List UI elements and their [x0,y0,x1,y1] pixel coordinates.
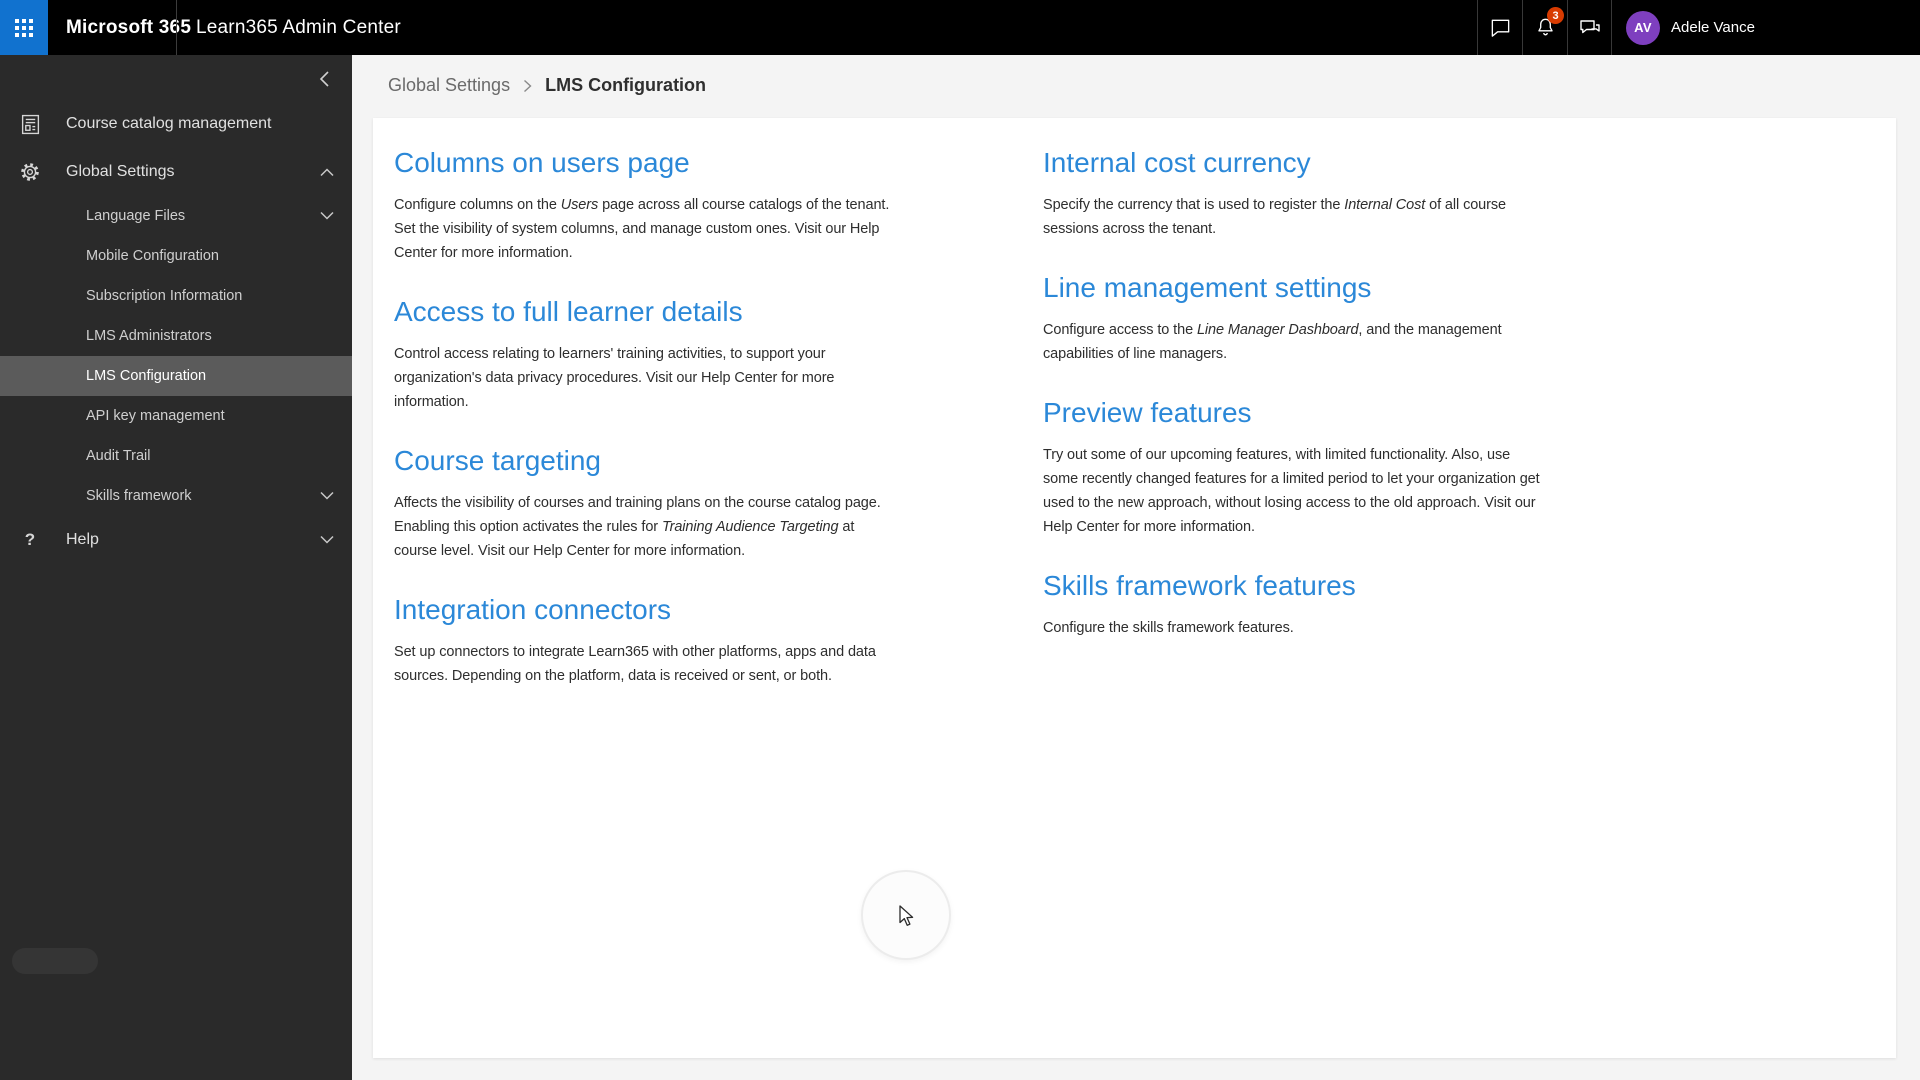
sidebar-item-label: Course catalog management [66,115,272,132]
sidebar-item-label: Language Files [86,208,186,224]
sidebar-item-label: LMS Administrators [86,328,212,344]
sidebar-item-skills-framework[interactable]: Skills framework [0,476,352,516]
section-description: Set up connectors to integrate Learn365 … [394,644,876,684]
avatar[interactable]: AV [1626,10,1660,45]
gear-icon [17,161,43,183]
topbar-divider [176,0,177,55]
settings-column-right: Internal cost currency Specify the curre… [1043,143,1545,715]
notifications-button[interactable]: 3 [1522,0,1567,55]
sidebar-item-label: Help [66,531,99,548]
sidebar: Course catalog management Global Setting… [0,55,352,1080]
sidebar-item-help[interactable]: ? Help [0,516,352,564]
chevron-up-icon [320,168,334,177]
chat-icon [1489,16,1512,39]
app-title: Learn365 Admin Center [196,16,401,38]
sidebar-item-label: Skills framework [86,488,192,504]
section-title-access-to-full-learner-details[interactable]: Access to full learner details [394,292,896,332]
section-title-preview-features[interactable]: Preview features [1043,393,1545,433]
chevron-down-icon [320,535,334,545]
feedback-button[interactable] [1567,0,1612,55]
sidebar-item-label: Mobile Configuration [86,248,219,264]
section-description: Configure columns on the Users page acro… [394,197,890,261]
section-description: Affects the visibility of courses and tr… [394,495,881,559]
catalog-icon [17,114,43,135]
main-content: Global Settings LMS Configuration Column… [352,55,1920,1080]
account-button[interactable]: AV Adele Vance [1626,0,1755,55]
section-title-integration-connectors[interactable]: Integration connectors [394,590,896,630]
notification-badge: 3 [1547,7,1564,24]
sidebar-item-subscription-information[interactable]: Subscription Information [0,276,352,316]
ghost-pill [12,948,98,974]
chevron-left-icon [319,71,329,87]
section-title-columns-on-users-page[interactable]: Columns on users page [394,143,896,183]
topbar-right: 3 AV Adele Vance [1477,0,1755,55]
sidebar-item-global-settings[interactable]: Global Settings [0,148,352,196]
sidebar-item-lms-administrators[interactable]: LMS Administrators [0,316,352,356]
breadcrumb-current: LMS Configuration [545,75,707,95]
section-description: Try out some of our upcoming features, w… [1043,447,1540,535]
sidebar-item-audit-trail[interactable]: Audit Trail [0,436,352,476]
sidebar-item-lms-configuration[interactable]: LMS Configuration [0,356,352,396]
section-title-line-management-settings[interactable]: Line management settings [1043,268,1545,308]
section-title-skills-framework-features[interactable]: Skills framework features [1043,566,1545,606]
breadcrumb: Global Settings LMS Configuration [388,75,706,96]
user-name: Adele Vance [1671,19,1755,36]
sidebar-item-api-key-management[interactable]: API key management [0,396,352,436]
settings-card: Columns on users page Configure columns … [373,118,1896,1058]
section-description: Specify the currency that is used to reg… [1043,197,1506,237]
sidebar-item-label: LMS Configuration [86,368,207,384]
topbar: Microsoft 365 Learn365 Admin Center 3 AV… [0,0,1920,55]
sidebar-item-label: Audit Trail [86,448,151,464]
chevron-down-icon [320,491,334,501]
brand-title: Microsoft 365 [66,16,192,38]
section-title-course-targeting[interactable]: Course targeting [394,441,896,481]
sidebar-item-mobile-configuration[interactable]: Mobile Configuration [0,236,352,276]
cursor-click-indicator [861,870,951,960]
section-description: Configure the skills framework features. [1043,620,1294,636]
chevron-right-icon [523,79,532,93]
chat-button[interactable] [1477,0,1522,55]
chevron-down-icon [320,211,334,221]
settings-column-left: Columns on users page Configure columns … [394,143,896,715]
section-description: Configure access to the Line Manager Das… [1043,322,1502,362]
app-launcher-button[interactable] [0,0,48,55]
sidebar-item-label: API key management [86,408,225,424]
sidebar-nav: Course catalog management Global Setting… [0,100,352,564]
breadcrumb-parent-link[interactable]: Global Settings [388,75,510,96]
sidebar-item-label: Subscription Information [86,288,243,304]
sidebar-item-language-files[interactable]: Language Files [0,196,352,236]
cursor-arrow-icon [896,904,916,927]
sidebar-collapse-button[interactable] [312,67,336,91]
help-icon: ? [24,530,36,549]
section-description: Control access relating to learners' tra… [394,346,835,410]
sidebar-item-course-catalog-management[interactable]: Course catalog management [0,100,352,148]
feedback-icon [1578,16,1602,40]
section-title-internal-cost-currency[interactable]: Internal cost currency [1043,143,1545,183]
sidebar-item-label: Global Settings [66,163,175,180]
app-launcher-icon [15,18,33,37]
